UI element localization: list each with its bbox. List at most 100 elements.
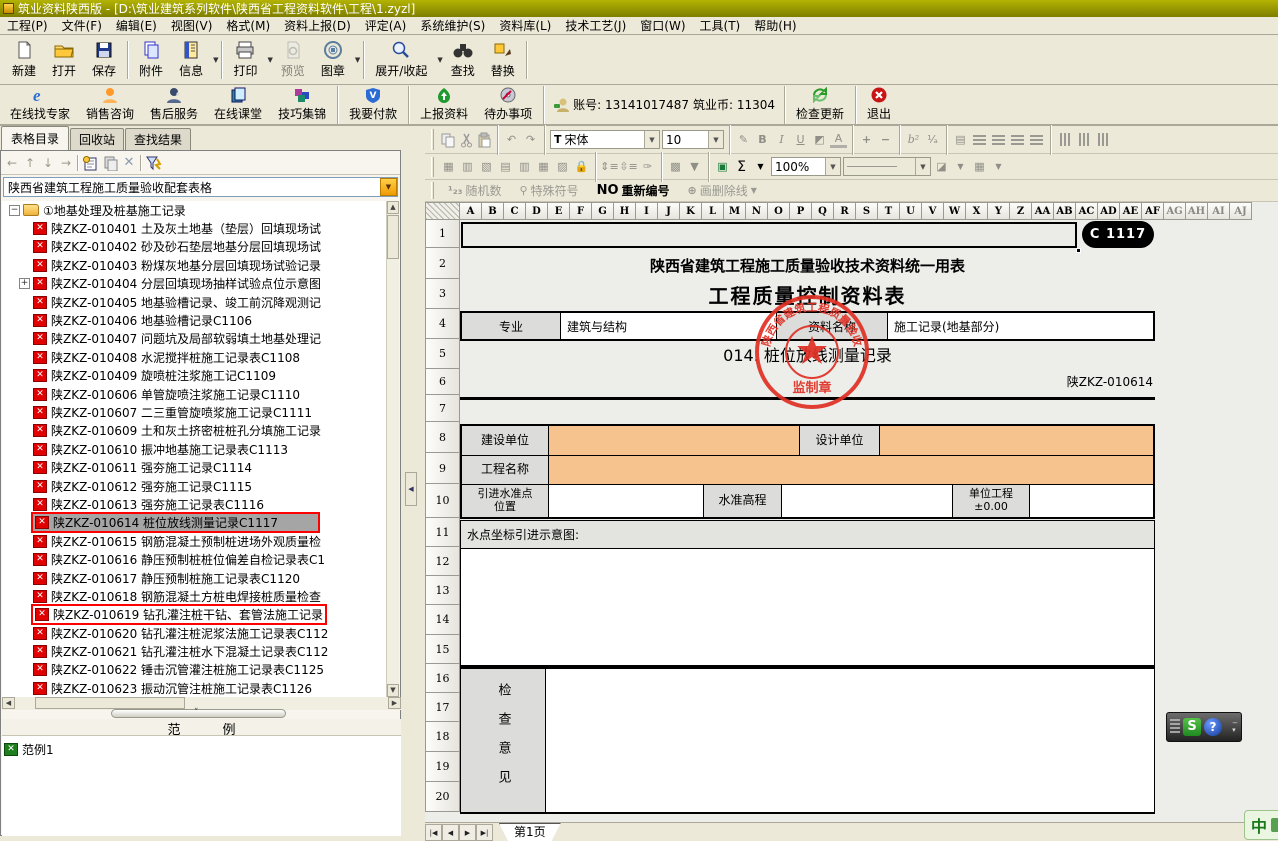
row-header[interactable]: 8 (425, 422, 460, 453)
pay-button[interactable]: V 我要付款 (341, 85, 405, 124)
tree-item[interactable]: ✕ 陕ZKZ-010407 问题坑及局部软弱填土地基处理记 (2, 330, 388, 348)
collapse-panel-button[interactable]: ◀ (405, 472, 417, 506)
toolbar-grip[interactable] (431, 182, 434, 199)
elevation-value-cell[interactable] (781, 485, 952, 517)
tree-item[interactable]: ✕ 陕ZKZ-010620 钻孔灌注桩泥浆法施工记录表C112 (2, 624, 388, 642)
font-size-dropdown-arrow[interactable]: ▼ (708, 131, 723, 148)
column-header[interactable]: AJ (1230, 202, 1252, 220)
tree-item[interactable]: ✕ 陕ZKZ-010618 钢筋混凝土方桩电焊接桩质量检查 (2, 587, 388, 605)
exit-button[interactable]: 退出 (859, 85, 899, 124)
menu-item[interactable]: 工具(T) (693, 16, 748, 35)
bold-button[interactable]: B (754, 132, 771, 148)
row-header[interactable]: 1 (425, 220, 460, 248)
fraction-icon[interactable]: ⅟ₐ (924, 132, 941, 148)
insert-row-icon[interactable]: ▤ (497, 159, 514, 175)
row-header[interactable]: 20 (425, 782, 460, 812)
vertical-text-center-icon[interactable] (1075, 132, 1092, 148)
todo-button[interactable]: 待办事项 (476, 85, 540, 124)
row-header[interactable]: 16 (425, 664, 460, 693)
doc-name-value[interactable]: 施工记录(地基部分) (887, 313, 1153, 339)
menu-item[interactable]: 帮助(H) (747, 16, 803, 35)
sheet-canvas[interactable]: C 1117 陕西省建筑工程施工质量验收技术资料统一用表 工程质量控制资料表 专… (460, 220, 1278, 822)
column-header[interactable]: G (592, 202, 614, 220)
column-header[interactable]: J (658, 202, 680, 220)
tree-item[interactable]: ✕ 陕ZKZ-010607 二三重管旋喷浆施工记录C1111 (2, 403, 388, 421)
row-header[interactable]: 5 (425, 339, 460, 369)
menu-item[interactable]: 格式(M) (219, 16, 277, 35)
selected-cell-range[interactable] (461, 222, 1077, 248)
insert-cell-icon[interactable]: ▦ (440, 159, 457, 175)
column-header[interactable]: R (834, 202, 856, 220)
row-header[interactable]: 6 (425, 369, 460, 395)
drag-grip-icon[interactable] (1170, 719, 1180, 735)
tab-recycle-bin[interactable]: 回收站 (70, 128, 124, 150)
vertical-text-right-icon[interactable] (1094, 132, 1111, 148)
column-header[interactable]: S (856, 202, 878, 220)
menu-item[interactable]: 资料库(L) (492, 16, 558, 35)
stamp-dropdown-arrow[interactable]: ▼ (355, 56, 360, 64)
tree-folder[interactable]: − ①地基处理及桩基施工记录 (2, 201, 388, 219)
last-page-button[interactable]: ▶| (476, 824, 493, 841)
fill-color-icon[interactable]: ▩ (667, 159, 684, 175)
column-header[interactable]: D (526, 202, 548, 220)
column-header[interactable]: AC (1076, 202, 1098, 220)
tree-item[interactable]: ✕ 陕ZKZ-010409 旋喷桩注浆施工记C1109 (2, 367, 388, 385)
stamp-button[interactable]: 图章 (313, 38, 353, 81)
example-item[interactable]: ✕ 范例1 (2, 740, 401, 758)
first-page-button[interactable]: |◀ (425, 824, 442, 841)
column-header[interactable]: AD (1098, 202, 1120, 220)
tree-vertical-scrollbar[interactable]: ▲ ▼ (386, 201, 399, 697)
row-header[interactable]: 17 (425, 693, 460, 722)
row-header[interactable]: 14 (425, 605, 460, 635)
split-cell-icon[interactable]: ▧ (478, 159, 495, 175)
tree-item[interactable]: ✕ 陕ZKZ-010609 土和灰土挤密桩桩孔分填施工记录 (2, 422, 388, 440)
menu-item[interactable]: 视图(V) (164, 16, 220, 35)
scroll-thumb[interactable] (387, 215, 399, 259)
row-header[interactable]: 13 (425, 576, 460, 605)
delete-icon[interactable]: ✕ (122, 155, 136, 170)
tree-item[interactable]: ✕ 陕ZKZ-010405 地基验槽记录、竣工前沉降观测记 (2, 293, 388, 311)
sketch-area[interactable] (460, 549, 1155, 666)
info-dropdown-arrow[interactable]: ▼ (213, 56, 218, 64)
column-header[interactable]: Y (988, 202, 1010, 220)
insert-column-icon[interactable]: ▥ (516, 159, 533, 175)
replace-button[interactable]: 替换 (483, 38, 523, 81)
superscript-icon[interactable]: b² (905, 132, 922, 148)
scroll-down-icon[interactable]: ▼ (387, 684, 399, 697)
tree-item[interactable]: ✕ 陕ZKZ-010621 钻孔灌注桩水下混凝土记录表C112 (2, 642, 388, 660)
underline-button[interactable]: U (792, 132, 809, 148)
scroll-thumb[interactable] (35, 697, 185, 709)
column-header[interactable]: AE (1120, 202, 1142, 220)
form-info-table[interactable]: 建设单位 设计单位 工程名称 引进水准点 位置 水准高程 单位 (460, 424, 1155, 519)
tree-item[interactable]: ✕ 陕ZKZ-010613 强夯施工记录表C1116 (2, 495, 388, 513)
panel-splitter-handle[interactable] (111, 709, 286, 718)
floating-toolbar[interactable]: S ? −▾ (1166, 712, 1242, 742)
highlight-icon[interactable]: ◩ (811, 132, 828, 148)
menu-item[interactable]: 窗口(W) (633, 16, 692, 35)
print-button[interactable]: 打印 (225, 38, 265, 81)
column-header[interactable]: A (460, 202, 482, 220)
project-name-value-cell[interactable] (548, 456, 1153, 484)
column-header[interactable]: AG (1164, 202, 1186, 220)
check-opinion-area[interactable] (546, 669, 1154, 812)
sheet-corner-cell[interactable] (425, 202, 460, 220)
unit-project-value-cell[interactable] (1029, 485, 1153, 517)
column-header[interactable]: X (966, 202, 988, 220)
tips-button[interactable]: 技巧集锦 (270, 85, 334, 124)
font-name-dropdown-arrow[interactable]: ▼ (644, 131, 659, 148)
check-update-button[interactable]: 检查更新 (788, 85, 852, 124)
column-header[interactable]: Q (812, 202, 834, 220)
catalog-dropdown-arrow[interactable]: ▼ (380, 178, 397, 196)
nav-up-icon[interactable]: ↑ (23, 156, 37, 170)
zoom-combo[interactable]: 100% ▼ (771, 157, 841, 176)
pen-icon[interactable]: ✑ (639, 159, 656, 175)
scroll-left-icon[interactable]: ◀ (2, 697, 15, 709)
tree-item[interactable]: ✕ 陕ZKZ-010623 振动沉管注桩施工记录表C1126 (2, 679, 388, 697)
more-icon[interactable]: ▾ (1232, 727, 1238, 734)
align-box-icon[interactable]: ▤ (952, 132, 969, 148)
menu-item[interactable]: 技术工艺(J) (558, 16, 633, 35)
check-opinion-block[interactable]: 检查意见 (460, 666, 1155, 814)
next-page-button[interactable]: ▶ (459, 824, 476, 841)
tree-item[interactable]: ✕ 陕ZKZ-010402 砂及砂石垫层地基分层回填现场试 (2, 238, 388, 256)
tree-item[interactable]: + ✕ 陕ZKZ-010404 分层回填现场抽样试验点位示意图 (2, 275, 388, 293)
